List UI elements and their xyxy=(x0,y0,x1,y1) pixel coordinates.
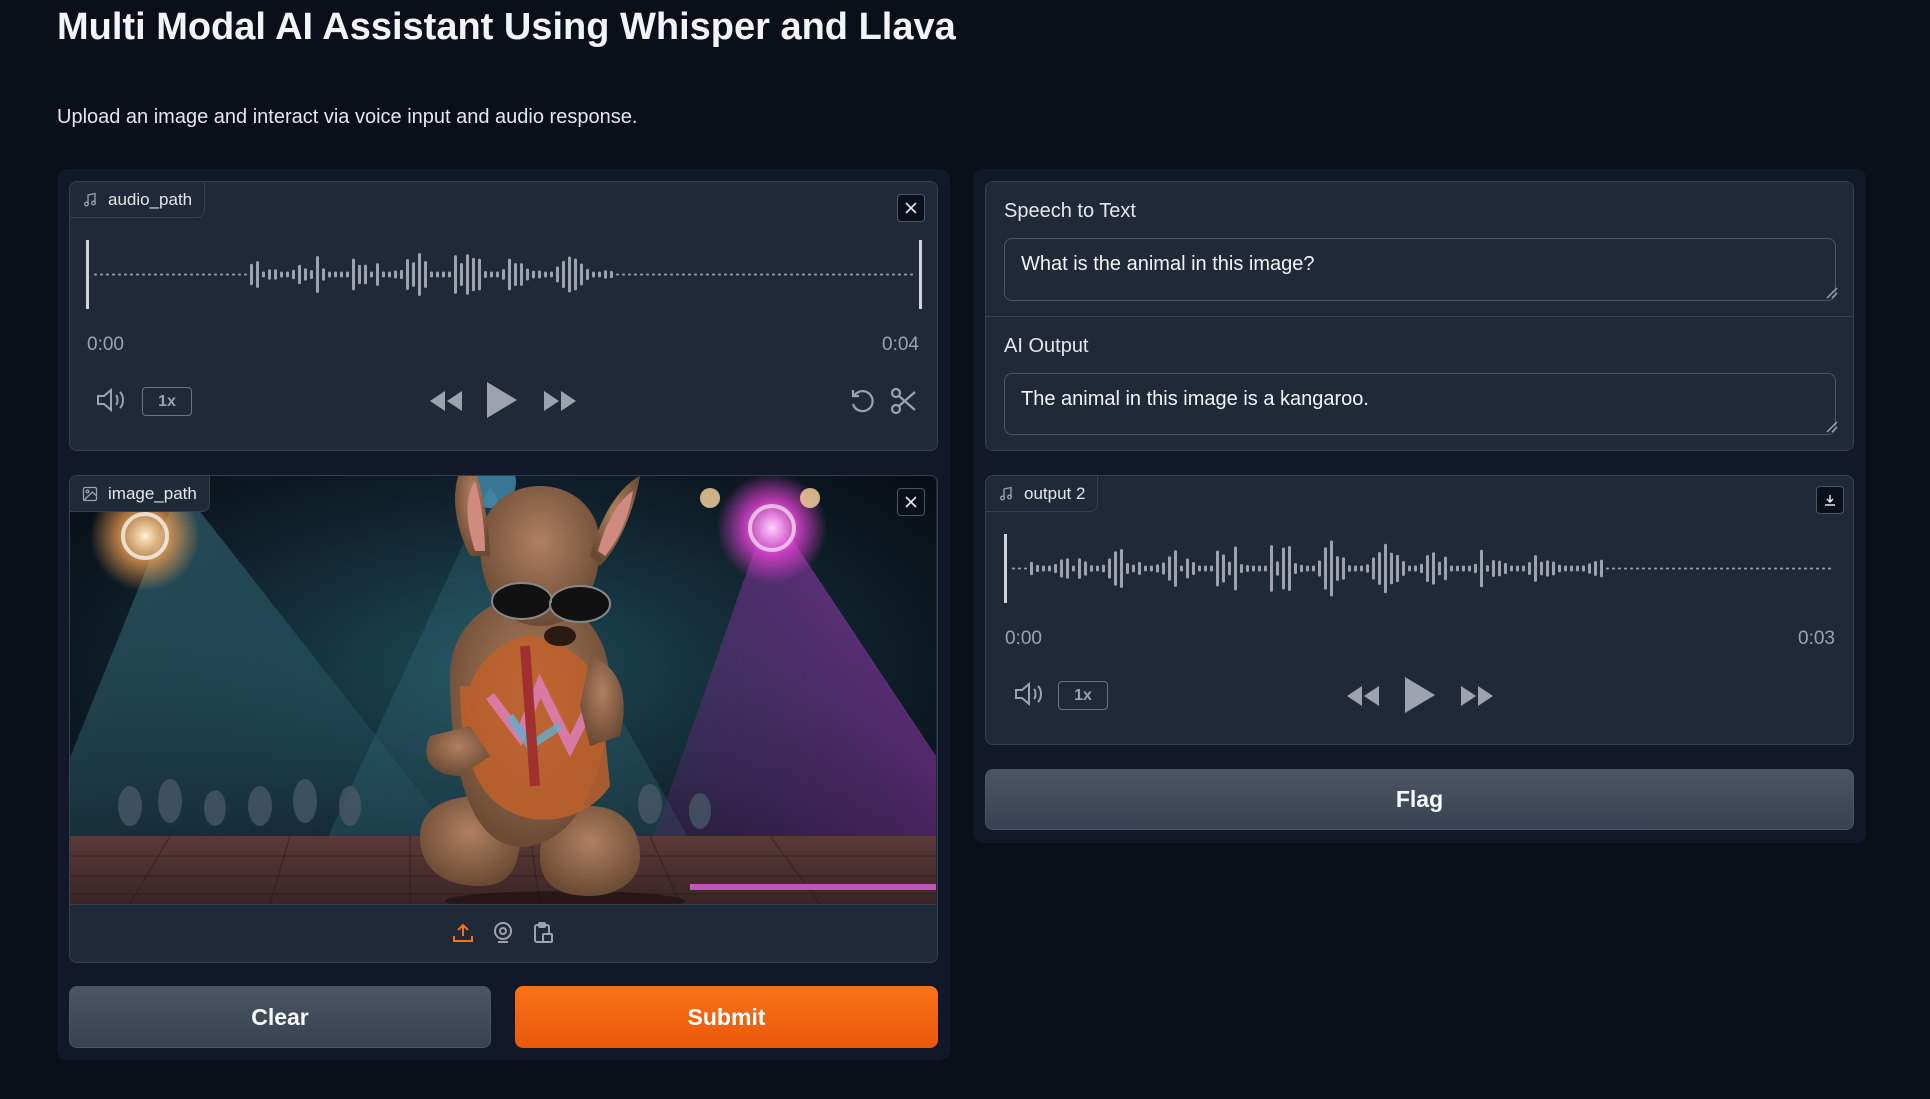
play-button[interactable] xyxy=(1403,675,1437,715)
clear-audio-button[interactable] xyxy=(897,194,925,222)
image-input-label: image_path xyxy=(70,476,210,512)
audio-waveform[interactable] xyxy=(86,237,922,312)
volume-icon xyxy=(1015,681,1042,707)
audio-output-block: output 2 0:00 0:03 1x xyxy=(985,475,1854,745)
skip-backward-button[interactable] xyxy=(1346,685,1380,707)
audio-input-block: audio_path 0:00 0:04 1x xyxy=(69,181,938,451)
submit-button[interactable]: Submit xyxy=(515,986,938,1048)
undo-icon xyxy=(851,390,874,413)
audio-output-label: output 2 xyxy=(986,476,1099,512)
speech-to-text-label: Speech to Text xyxy=(1004,200,1136,222)
volume-button[interactable] xyxy=(1013,681,1045,707)
playback-rate-button[interactable]: 1x xyxy=(1058,681,1108,710)
audio-input-label: audio_path xyxy=(70,182,206,218)
text-outputs-block: Speech to Text What is the animal in thi… xyxy=(985,181,1854,451)
resize-handle-icon[interactable] xyxy=(1826,421,1838,433)
clipboard-icon[interactable] xyxy=(531,921,555,945)
resize-handle-icon[interactable] xyxy=(1826,287,1838,299)
webcam-icon[interactable] xyxy=(491,921,515,945)
audio-output-time-start: 0:00 xyxy=(1005,628,1042,649)
ai-output-label: AI Output xyxy=(1004,335,1089,357)
ai-output-text[interactable]: The animal in this image is a kangaroo. xyxy=(1004,373,1836,435)
kangaroo-image-illustration xyxy=(70,476,936,904)
flag-button[interactable]: Flag xyxy=(985,769,1854,830)
skip-forward-button[interactable] xyxy=(1460,685,1494,707)
skip-backward-button[interactable] xyxy=(429,390,463,412)
rewind-icon xyxy=(1347,686,1379,706)
play-icon xyxy=(487,382,517,418)
scissors-icon xyxy=(890,387,916,415)
image-input-block: image_path xyxy=(69,475,938,963)
field-divider xyxy=(986,316,1853,317)
speech-to-text-output[interactable]: What is the animal in this image? xyxy=(1004,238,1836,301)
clear-image-button[interactable] xyxy=(897,488,925,516)
play-button[interactable] xyxy=(485,380,519,420)
upload-icon[interactable] xyxy=(451,921,475,945)
download-icon xyxy=(1825,495,1835,506)
fast-forward-icon xyxy=(544,391,576,411)
audio-output-time-end: 0:03 xyxy=(1798,628,1835,649)
image-source-bar xyxy=(70,904,936,961)
uploaded-image-kangaroo xyxy=(70,476,936,904)
play-icon xyxy=(1405,677,1435,713)
close-icon xyxy=(905,496,917,508)
volume-button[interactable] xyxy=(95,387,127,413)
music-note-icon xyxy=(1000,486,1012,500)
audio-time-end: 0:04 xyxy=(882,334,919,355)
audio-output-waveform[interactable] xyxy=(1004,531,1836,606)
page-title: Multi Modal AI Assistant Using Whisper a… xyxy=(57,6,956,48)
rewind-icon xyxy=(430,391,462,411)
close-icon xyxy=(905,202,917,214)
music-note-icon xyxy=(84,192,96,206)
reset-audio-button[interactable] xyxy=(848,387,876,415)
clear-button[interactable]: Clear xyxy=(69,986,491,1048)
image-icon xyxy=(82,486,98,501)
fast-forward-icon xyxy=(1461,686,1493,706)
download-audio-button[interactable] xyxy=(1816,486,1844,514)
audio-time-start: 0:00 xyxy=(87,334,124,355)
skip-forward-button[interactable] xyxy=(543,390,577,412)
volume-icon xyxy=(97,387,124,413)
playback-rate-button[interactable]: 1x xyxy=(142,387,192,416)
page-description: Upload an image and interact via voice i… xyxy=(57,106,638,128)
trim-audio-button[interactable] xyxy=(890,387,918,415)
